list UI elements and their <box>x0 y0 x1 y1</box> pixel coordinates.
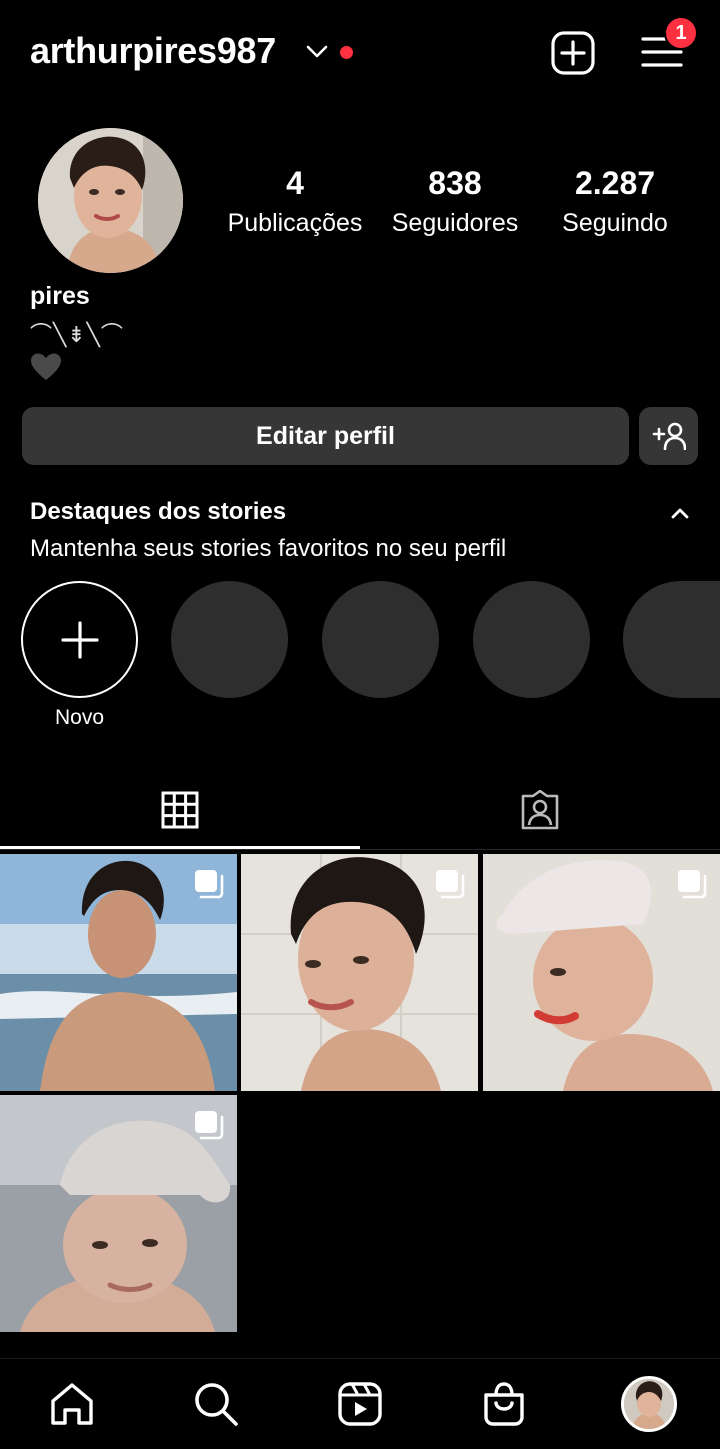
account-username[interactable]: arthurpires987 <box>30 30 276 72</box>
following-label: Seguindo <box>562 209 668 237</box>
nav-home[interactable] <box>47 1379 97 1429</box>
nav-reels[interactable] <box>335 1379 385 1429</box>
post-thumbnail[interactable] <box>0 854 237 1091</box>
new-highlight-label: Novo <box>54 706 105 729</box>
following-count: 2.287 <box>574 165 656 201</box>
reels-icon <box>338 1382 382 1426</box>
stat-following[interactable]: 2.287 Seguindo <box>550 164 680 242</box>
nav-search[interactable] <box>191 1379 241 1429</box>
profile-screen: arthurpires987 1 4 Publicações 838 Segui… <box>0 0 720 1449</box>
stat-posts[interactable]: 4 Publicações <box>220 164 370 242</box>
tab-tagged[interactable] <box>360 770 720 850</box>
multiple-photos-icon <box>678 870 707 899</box>
highlight-placeholder <box>473 581 590 698</box>
highlight-placeholder <box>623 581 720 698</box>
posts-label: Publicações <box>227 209 363 237</box>
bottom-navigation <box>0 1358 720 1449</box>
tab-divider <box>0 849 720 850</box>
top-bar: arthurpires987 1 <box>0 0 720 106</box>
tagged-icon <box>521 790 559 830</box>
chevron-down-icon[interactable] <box>304 42 330 62</box>
posts-count: 4 <box>286 165 304 201</box>
avatar-image <box>624 1379 674 1429</box>
followers-count: 838 <box>428 165 482 201</box>
shop-icon <box>484 1382 524 1426</box>
avatar-image <box>38 128 183 273</box>
stat-followers[interactable]: 838 Seguidores <box>385 164 525 242</box>
chevron-up-icon[interactable] <box>667 503 693 523</box>
highlight-placeholder <box>322 581 439 698</box>
create-post-icon[interactable] <box>550 30 596 76</box>
multiple-photos-icon <box>195 1111 224 1140</box>
profile-avatar[interactable] <box>38 128 183 273</box>
nav-shop[interactable] <box>479 1379 529 1429</box>
multiple-photos-icon <box>436 870 465 899</box>
unread-dot <box>340 46 353 59</box>
home-icon <box>51 1383 93 1425</box>
heart-icon <box>31 353 61 380</box>
highlights-title: Destaques dos stories <box>30 498 287 525</box>
new-highlight-button[interactable] <box>21 581 138 698</box>
discover-people-button[interactable] <box>639 407 698 465</box>
tab-posts-grid[interactable] <box>0 770 360 850</box>
highlight-placeholder <box>171 581 288 698</box>
post-thumbnail[interactable] <box>241 854 478 1091</box>
followers-label: Seguidores <box>391 209 519 237</box>
grid-icon <box>161 791 199 829</box>
multiple-photos-icon <box>195 870 224 899</box>
bio-text: ⌒╲⇟╲⌒ <box>30 322 124 347</box>
search-icon <box>195 1383 238 1426</box>
highlights-subtitle: Mantenha seus stories favoritos no seu p… <box>30 535 507 562</box>
add-person-icon <box>652 422 686 450</box>
display-name: pires <box>30 282 90 310</box>
notification-badge: 1 <box>664 16 698 50</box>
post-thumbnail[interactable] <box>483 854 720 1091</box>
edit-profile-button[interactable]: Editar perfil <box>22 407 629 465</box>
nav-profile-avatar[interactable] <box>621 1376 677 1432</box>
plus-icon <box>60 620 99 659</box>
post-thumbnail[interactable] <box>0 1095 237 1332</box>
